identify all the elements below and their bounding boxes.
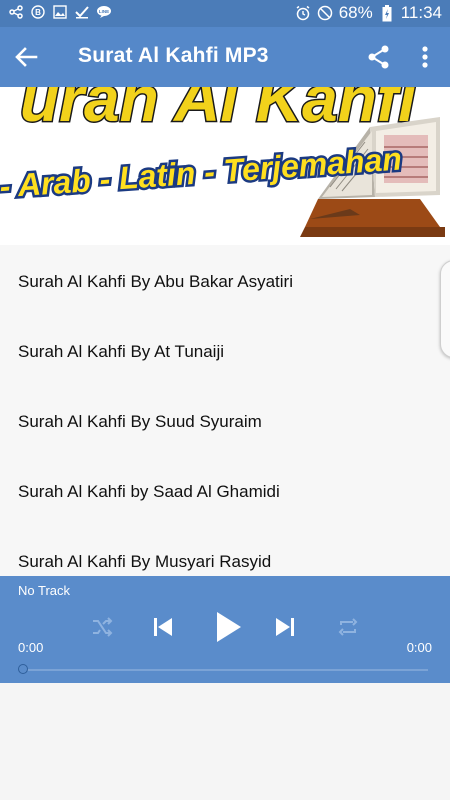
- shuffle-icon[interactable]: [88, 610, 116, 644]
- previous-icon[interactable]: [148, 610, 178, 644]
- notification-icons: B LINE: [8, 4, 112, 20]
- image-icon: [52, 4, 68, 20]
- track-list: Surah Al Kahfi By Abu Bakar Asyatiri Sur…: [0, 245, 450, 576]
- track-item-4[interactable]: Surah Al Kahfi by Saad Al Ghamidi: [18, 482, 280, 502]
- battery-icon: [379, 4, 395, 21]
- alarm-icon: [295, 5, 311, 21]
- status-bar: B LINE 68% 11:34: [0, 0, 450, 27]
- track-item-2[interactable]: Surah Al Kahfi By At Tunaiji: [18, 342, 224, 362]
- repeat-icon[interactable]: [334, 610, 362, 644]
- track-item-1[interactable]: Surah Al Kahfi By Abu Bakar Asyatiri: [18, 272, 293, 292]
- total-time: 0:00: [406, 640, 432, 655]
- track-item-3[interactable]: Surah Al Kahfi By Suud Syuraim: [18, 412, 262, 432]
- track-item-5[interactable]: Surah Al Kahfi By Musyari Rasyid: [18, 552, 271, 572]
- svg-text:LINE: LINE: [99, 9, 109, 14]
- seek-knob[interactable]: [18, 664, 28, 674]
- check-icon: [74, 4, 90, 20]
- banner-headline: urah Al Kahfi: [20, 87, 417, 135]
- elapsed-time: 0:00: [18, 640, 44, 655]
- audio-player: No Track 0:00 0:00: [0, 576, 450, 683]
- play-icon[interactable]: [208, 610, 248, 644]
- more-vert-icon[interactable]: [414, 43, 436, 71]
- now-playing-label: No Track: [18, 583, 71, 598]
- page-title: Surat Al Kahfi MP3: [78, 44, 269, 67]
- next-icon[interactable]: [270, 610, 300, 644]
- b-badge-icon: B: [30, 4, 46, 20]
- clock: 11:34: [400, 3, 442, 22]
- header-banner-image: urah Al Kahfi - Arab - Latin - Terjemaha…: [0, 87, 450, 245]
- back-arrow-icon[interactable]: [12, 43, 40, 71]
- app-bar: Surat Al Kahfi MP3: [0, 27, 450, 87]
- edge-panel-handle[interactable]: [440, 260, 450, 358]
- system-status: 68% 11:34: [295, 3, 442, 23]
- line-icon: LINE: [96, 4, 112, 20]
- share-icon[interactable]: [366, 44, 392, 70]
- empty-area: [0, 683, 450, 800]
- svg-text:B: B: [35, 8, 41, 17]
- battery-percent: 68%: [338, 3, 373, 22]
- seek-bar[interactable]: [24, 669, 428, 671]
- share-icon: [8, 4, 24, 20]
- dnd-icon: [317, 5, 333, 21]
